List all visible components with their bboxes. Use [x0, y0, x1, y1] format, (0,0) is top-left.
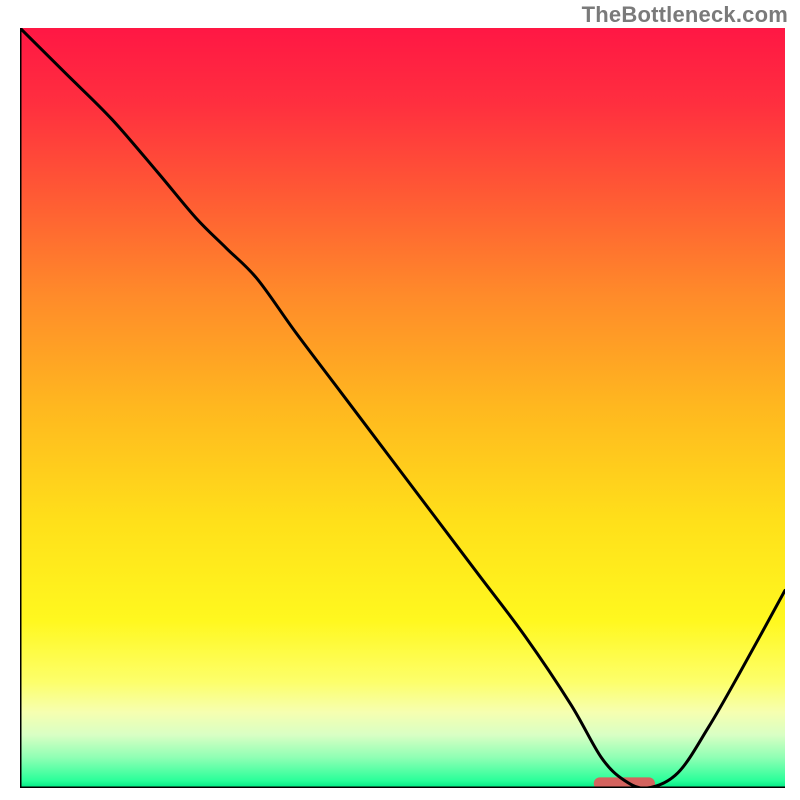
watermark-text: TheBottleneck.com	[582, 2, 788, 28]
chart-frame: TheBottleneck.com	[0, 0, 800, 800]
gradient-background	[20, 28, 785, 788]
chart-svg	[20, 28, 785, 788]
plot-area	[20, 28, 785, 788]
